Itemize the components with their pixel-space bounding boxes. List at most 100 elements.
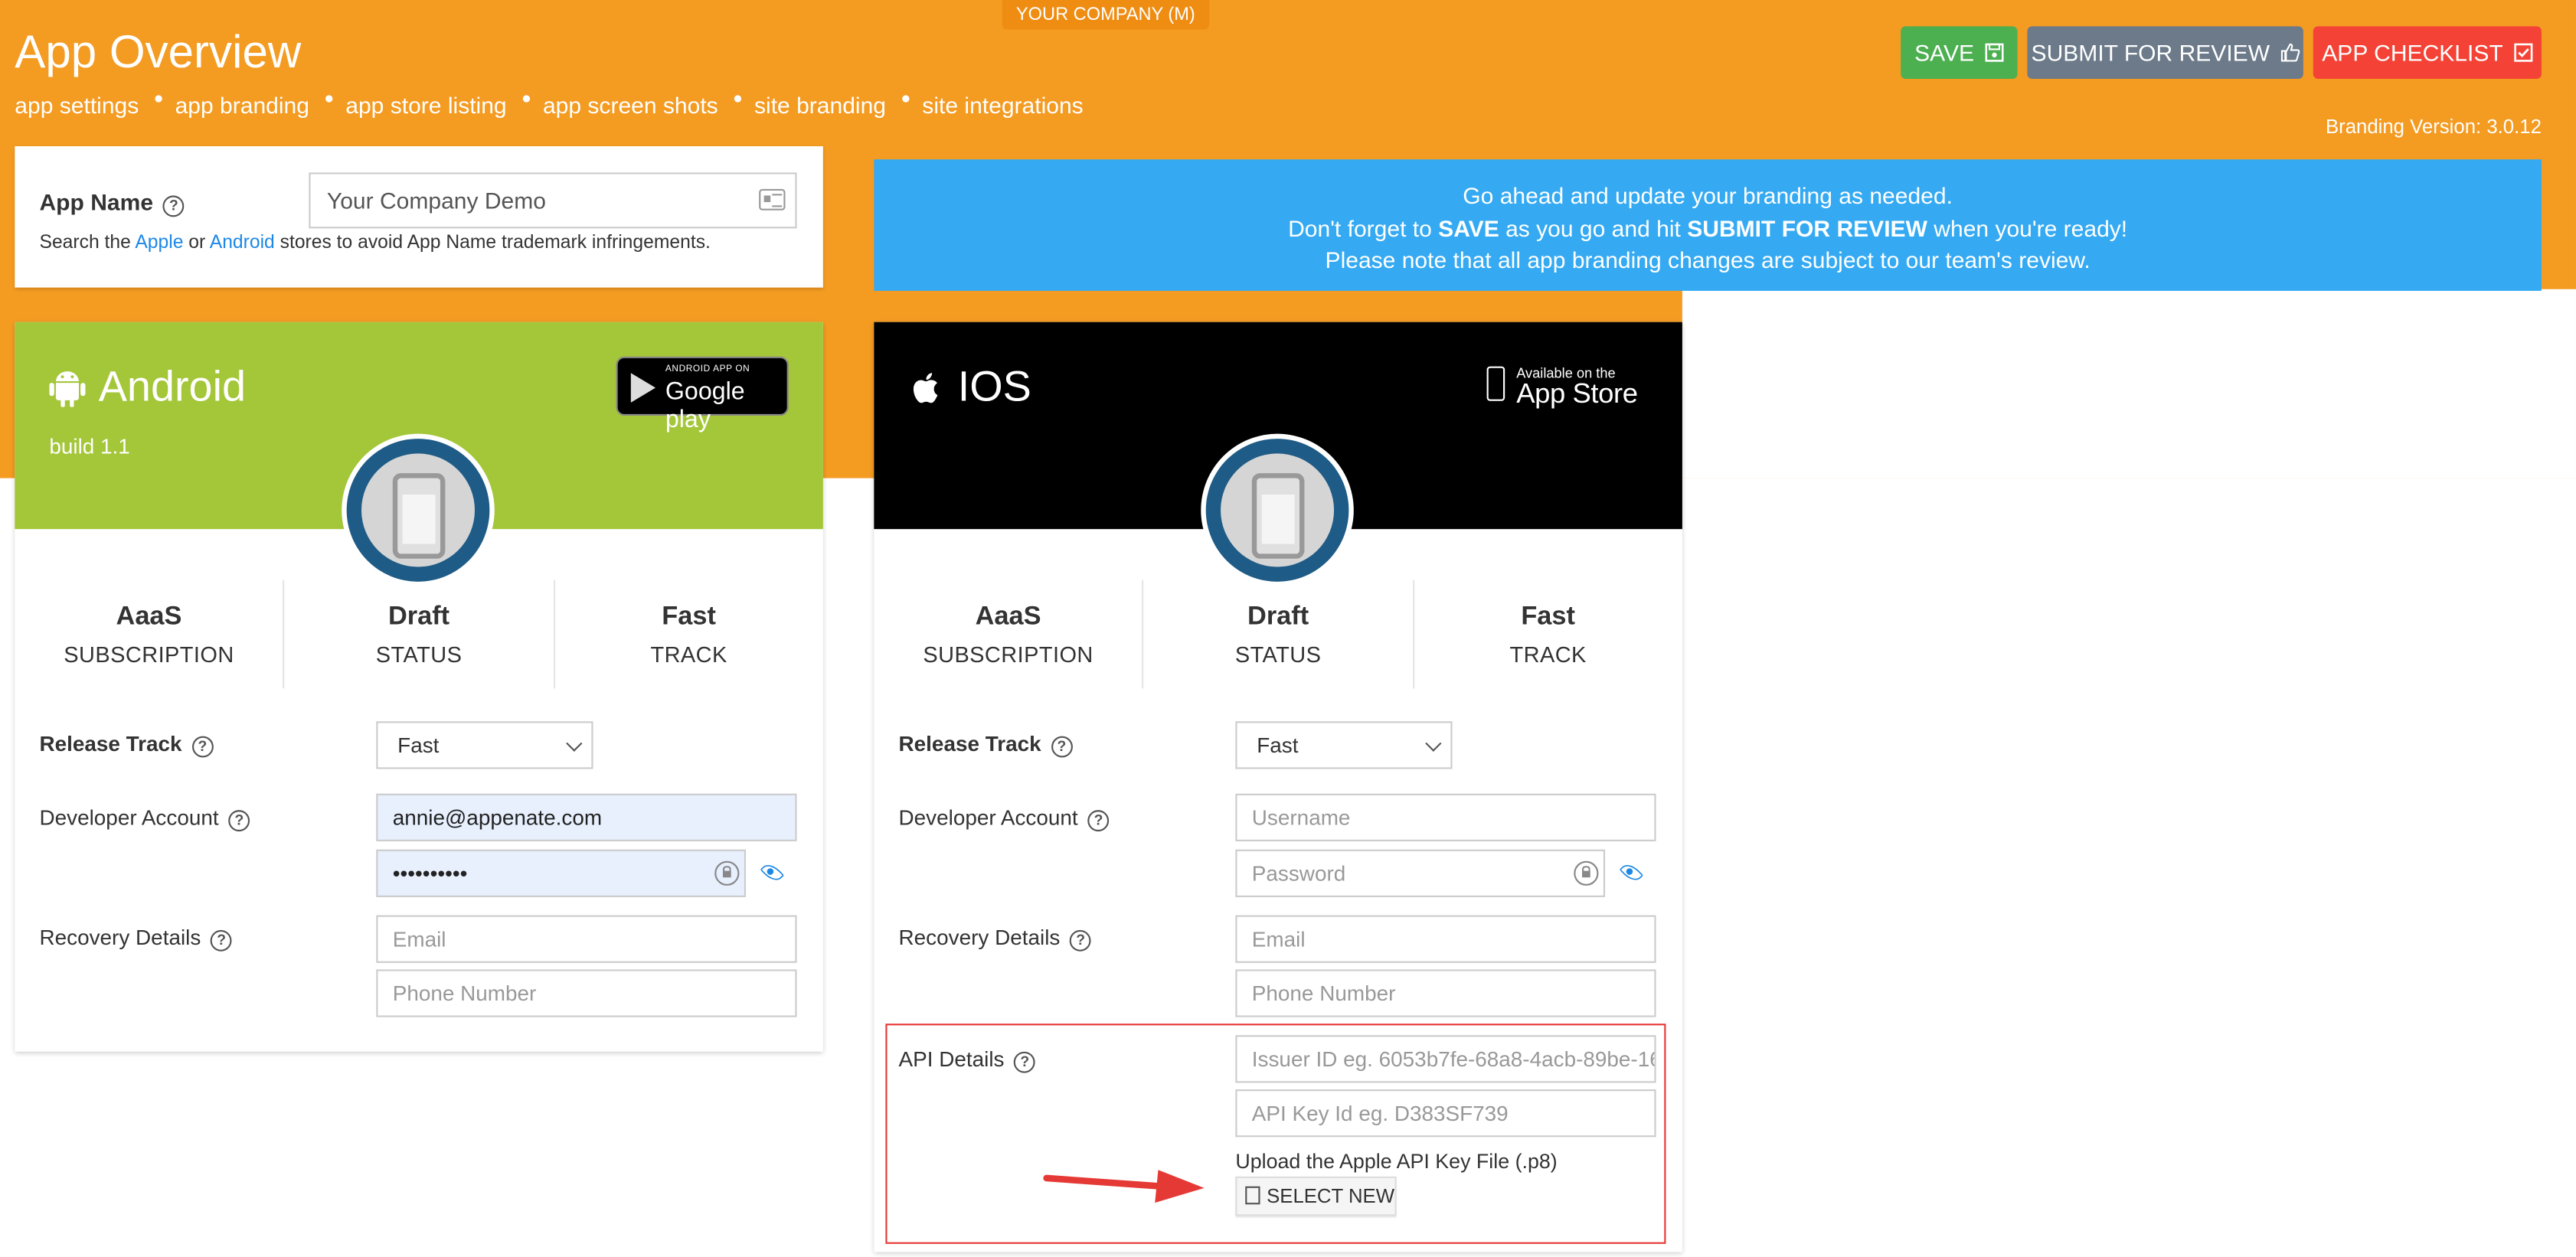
- stat-subscription: AaaS SUBSCRIPTION: [874, 580, 1144, 689]
- app-icon-inner: [1221, 453, 1335, 567]
- save-label: SAVE: [1914, 39, 1975, 66]
- hint-prefix: Search the: [39, 233, 136, 253]
- ios-release-track-select[interactable]: Fast: [1235, 721, 1453, 769]
- stat-track: Fast TRACK: [554, 580, 822, 689]
- iphone-icon: [1486, 366, 1505, 401]
- nav-app-settings[interactable]: app settings: [15, 92, 139, 118]
- stat-value: Fast: [662, 602, 716, 632]
- branding-version: Branding Version: 3.0.12: [2325, 115, 2542, 139]
- ios-app-icon[interactable]: [1201, 433, 1354, 587]
- ios-recovery-phone-field[interactable]: Phone Number: [1235, 969, 1656, 1017]
- banner-save-emphasis: SAVE: [1438, 214, 1499, 241]
- company-tag[interactable]: YOUR COMPANY (M): [1002, 0, 1210, 30]
- nav-site-integrations[interactable]: site integrations: [922, 92, 1083, 118]
- app-store-badge-big: App Store: [1516, 377, 1638, 410]
- stat-value: AaaS: [975, 602, 1041, 632]
- android-store-link[interactable]: Android: [210, 233, 275, 253]
- android-release-track-select[interactable]: Fast: [376, 721, 593, 769]
- stat-label: SUBSCRIPTION: [64, 642, 234, 668]
- developer-account-label-text: Developer Account: [898, 805, 1078, 830]
- app-icon-inner: [361, 453, 476, 567]
- app-name-value: Your Company Demo: [326, 187, 546, 214]
- banner-submit-emphasis: SUBMIT FOR REVIEW: [1687, 214, 1927, 241]
- section-nav: app settings ● app branding ● app store …: [15, 90, 1083, 118]
- google-play-badge[interactable]: ANDROID APP ON Google play: [616, 356, 789, 434]
- stat-label: STATUS: [375, 642, 463, 668]
- nav-app-store-listing[interactable]: app store listing: [345, 92, 506, 118]
- nav-separator: ●: [521, 90, 531, 109]
- nav-separator: ●: [733, 90, 743, 109]
- help-icon[interactable]: ?: [162, 195, 185, 217]
- android-build: build 1.1: [49, 433, 130, 459]
- android-title-text: Android: [98, 361, 247, 411]
- android-title: Android: [49, 361, 246, 413]
- app-name-card: App Name? Your Company Demo Search the A…: [15, 146, 823, 288]
- recovery-details-label: Recovery Details?: [898, 925, 1092, 952]
- stat-subscription: AaaS SUBSCRIPTION: [15, 580, 285, 689]
- api-details-highlight: [885, 1024, 1666, 1244]
- help-icon[interactable]: ?: [1051, 736, 1073, 758]
- ios-username-field[interactable]: Username: [1235, 793, 1656, 841]
- release-track-label-text: Release Track: [898, 731, 1041, 756]
- thumbs-up-icon: [2280, 43, 2300, 62]
- show-password-eye-icon[interactable]: [1619, 860, 1644, 885]
- app-name-label-text: App Name: [39, 188, 154, 216]
- stat-value: AaaS: [116, 602, 182, 632]
- password-manager-icon[interactable]: [714, 860, 740, 886]
- google-play-badge-big: Google play: [665, 377, 745, 434]
- help-icon[interactable]: ?: [191, 736, 214, 758]
- save-button[interactable]: SAVE: [1901, 26, 2018, 80]
- ios-recovery-email-field[interactable]: Email: [1235, 915, 1656, 963]
- banner-text: as you go and hit: [1499, 214, 1688, 241]
- banner-line-2: Don't forget to SAVE as you go and hit S…: [874, 213, 2542, 245]
- show-password-eye-icon[interactable]: [760, 860, 785, 885]
- hint-or: or: [183, 233, 210, 253]
- banner-text: when you're ready!: [1927, 214, 2128, 241]
- google-play-icon: [630, 373, 656, 403]
- android-recovery-email-field[interactable]: Email: [376, 915, 797, 963]
- info-banner: Go ahead and update your branding as nee…: [874, 159, 2542, 291]
- ios-stats: AaaS SUBSCRIPTION Draft STATUS Fast TRACK: [874, 580, 1682, 689]
- android-username-field[interactable]: annie@appenate.com: [376, 793, 797, 841]
- recovery-details-label-text: Recovery Details: [39, 925, 201, 950]
- help-icon[interactable]: ?: [1087, 810, 1110, 832]
- banner-line-1: Go ahead and update your branding as nee…: [1463, 182, 1953, 209]
- contact-card-icon: [759, 188, 786, 211]
- android-password-field[interactable]: ••••••••••: [376, 849, 747, 897]
- help-icon[interactable]: ?: [211, 929, 233, 952]
- app-overview-page: YOUR COMPANY (M) App Overview app settin…: [0, 0, 2576, 1257]
- google-play-badge-small: ANDROID APP ON: [665, 364, 750, 375]
- submit-for-review-button[interactable]: SUBMIT FOR REVIEW: [2027, 26, 2303, 80]
- stat-label: TRACK: [650, 642, 727, 668]
- app-name-input[interactable]: Your Company Demo: [309, 172, 797, 229]
- stat-track: Fast TRACK: [1414, 580, 1682, 689]
- app-store-badge[interactable]: Available on the App Store: [1482, 360, 1639, 413]
- help-icon[interactable]: ?: [1070, 929, 1092, 952]
- ios-title-text: IOS: [957, 361, 1031, 411]
- nav-separator: ●: [901, 90, 911, 109]
- android-recovery-phone-field[interactable]: Phone Number: [376, 969, 797, 1017]
- chevron-down-icon: [1425, 735, 1442, 752]
- android-icon: [49, 371, 86, 406]
- password-placeholder: Password: [1251, 860, 1346, 886]
- banner-line-3: Please note that all app branding change…: [1325, 246, 2091, 273]
- nav-app-screen-shots[interactable]: app screen shots: [543, 92, 718, 118]
- nav-separator: ●: [153, 90, 164, 109]
- password-manager-icon[interactable]: [1574, 860, 1599, 886]
- app-checklist-button[interactable]: APP CHECKLIST: [2313, 26, 2542, 80]
- stat-label: STATUS: [1234, 642, 1322, 668]
- app-icon-ring: [346, 439, 490, 582]
- apple-store-link[interactable]: Apple: [135, 233, 183, 253]
- recovery-details-label-text: Recovery Details: [898, 925, 1061, 950]
- stat-status: Draft STATUS: [1144, 580, 1414, 689]
- nav-app-branding[interactable]: app branding: [175, 92, 309, 118]
- checklist-label: APP CHECKLIST: [2322, 39, 2503, 66]
- nav-site-branding[interactable]: site branding: [754, 92, 886, 118]
- password-value: ••••••••••: [392, 860, 468, 886]
- help-icon[interactable]: ?: [228, 810, 250, 832]
- ios-password-field[interactable]: Password: [1235, 849, 1606, 897]
- page-title: App Overview: [15, 26, 302, 77]
- device-icon: [392, 473, 446, 559]
- stat-label: SUBSCRIPTION: [923, 642, 1093, 668]
- android-app-icon[interactable]: [342, 433, 495, 587]
